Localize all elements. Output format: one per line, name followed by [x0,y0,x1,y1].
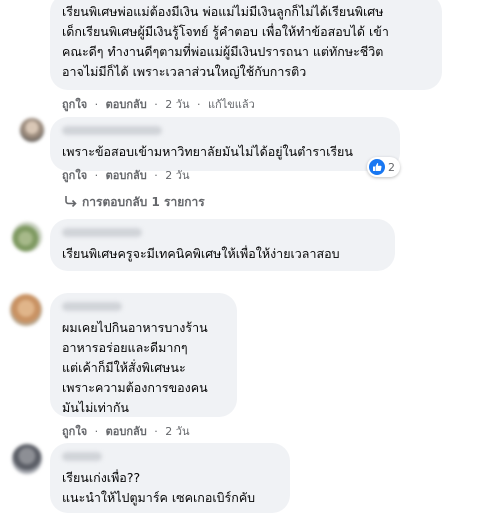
comment-actions: ถูกใจ · ตอบกลับ · 2 วัน [62,422,189,440]
comment-bubble: ผมเคยไปกินอาหารบางร้าน อาหารอร่อยและดีมา… [50,293,237,417]
comment-text-line: เรียนพิเศษพ่อแม่ต้องมีเงิน พ่อแม่ไม่มีเง… [62,4,384,19]
like-button[interactable]: ถูกใจ [62,425,87,438]
comment-actions: ถูกใจ · ตอบกลับ · 2 วัน · แก้ไขแล้ว [62,95,255,113]
separator: · [154,425,158,438]
comment-text-line: เรียนเก่งเพื่อ?? [62,470,141,485]
comment-text-line: แนะนำให้ไปตูมาร์ค เซคเกอเบิร์กคับ [62,490,256,505]
avatar[interactable] [12,222,42,252]
reaction-summary[interactable]: 2 [367,157,400,177]
separator: · [94,98,99,111]
reaction-count: 2 [388,160,395,174]
edited-label: แก้ไขแล้ว [207,98,255,111]
like-icon [369,159,385,175]
commenter-name[interactable] [62,228,142,237]
timestamp[interactable]: 2 วัน [165,425,189,438]
timestamp[interactable]: 2 วัน [165,98,189,111]
avatar[interactable] [12,444,42,474]
comment-bubble: เพราะข้อสอบเข้ามหาวิทยาลัยมันไม่ได้อยู่ใ… [50,117,400,171]
like-button[interactable]: ถูกใจ [62,169,87,182]
separator: · [196,98,201,111]
comment-text-line: เรียนพิเศษครูจะมีเทคนิคพิเศษให้เพื่อให้ง… [62,246,340,261]
avatar[interactable] [20,118,44,142]
reply-button[interactable]: ตอบกลับ [106,169,147,182]
view-replies-label: การตอบกลับ 1 รายการ [82,195,205,209]
comment-text-line: เพราะข้อสอบเข้ามหาวิทยาลัยมันไม่ได้อยู่ใ… [62,144,353,159]
comment-text-line: เด็กเรียนพิเศษผู้มีเงินรู้โจทย์ รู้คำตอบ… [62,24,389,39]
comment-actions: ถูกใจ · ตอบกลับ · 2 วัน [62,166,189,184]
reply-arrow-icon [65,196,77,208]
comment-text-line: คณะดีๆ ทำงานดีๆตามที่พ่อแม่ผู้มีเงินปราร… [62,44,384,59]
comment-text-line: อาหารอร่อยและดีมากๆ [62,340,188,355]
comment-text-line: มันไม่เท่ากัน [62,400,129,415]
comment-bubble: เรียนพิเศษพ่อแม่ต้องมีเงิน พ่อแม่ไม่มีเง… [50,0,442,90]
comment-text-line: แต่เค้าก็มีให้สั่งพิเศษนะ [62,360,186,375]
separator: · [154,98,158,111]
commenter-name[interactable] [62,452,102,461]
reply-button[interactable]: ตอบกลับ [106,98,147,111]
reply-button[interactable]: ตอบกลับ [106,425,147,438]
comment-bubble: เรียนพิเศษครูจะมีเทคนิคพิเศษให้เพื่อให้ง… [50,219,395,271]
timestamp[interactable]: 2 วัน [165,169,189,182]
commenter-name[interactable] [62,126,162,135]
separator: · [94,425,99,438]
comment-text-line: อาจไม่มีก็ได้ เพราะเวลาส่วนใหญ่ใช้กับการ… [62,64,307,79]
view-replies-link[interactable]: การตอบกลับ 1 รายการ [64,193,205,212]
avatar[interactable] [10,294,42,326]
separator: · [94,169,99,182]
like-button[interactable]: ถูกใจ [62,98,87,111]
comment-text-line: ผมเคยไปกินอาหารบางร้าน [62,320,208,335]
commenter-name[interactable] [62,302,122,311]
separator: · [154,169,158,182]
comment-text-line: เพราะความต้องการของคน [62,380,208,395]
